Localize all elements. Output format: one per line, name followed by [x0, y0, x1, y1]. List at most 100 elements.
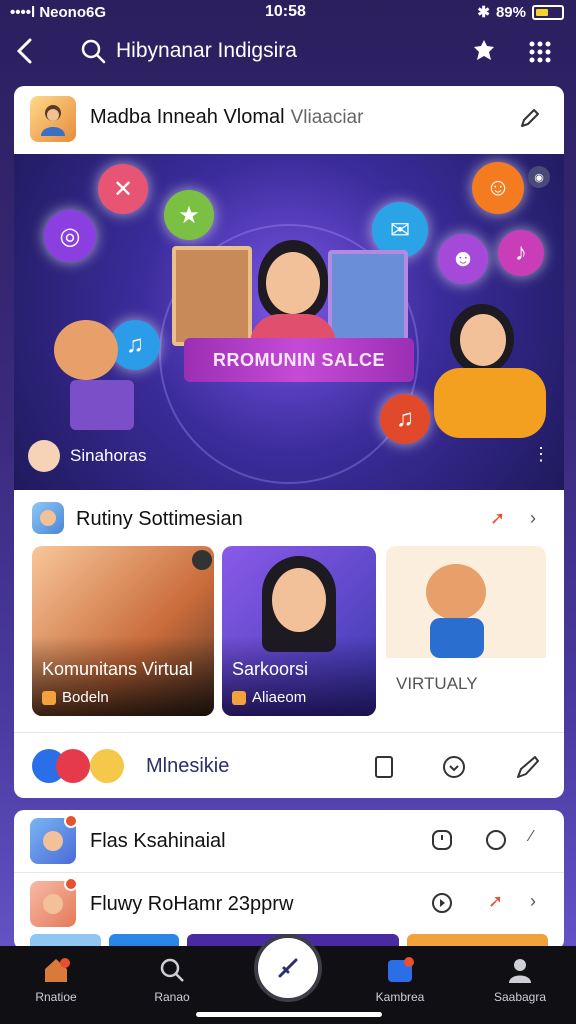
tile-title: Sarkoorsi: [232, 659, 309, 679]
send-icon: [517, 756, 539, 778]
nav-label: Ranao: [154, 990, 190, 1004]
section-header[interactable]: Rutiny Sottimesian ➚ ›: [14, 500, 564, 536]
bubble-music2-icon: ♫: [380, 394, 430, 444]
post-header: Madba Inneah Vlomal Vliaaciar: [14, 86, 564, 152]
bear-character: [54, 320, 118, 380]
status-icons: ✱ 89%: [477, 3, 564, 21]
author-avatar[interactable]: [30, 96, 76, 142]
reaction-haha-icon[interactable]: [90, 749, 124, 783]
tile-subtitle: Bodeln: [62, 689, 109, 706]
chevron-left-icon: [16, 38, 32, 64]
bookmark-icon: [375, 756, 393, 778]
bubble-mute-icon: ✕: [98, 164, 148, 214]
author-line: Madba Inneah Vlomal Vliaaciar: [90, 106, 363, 129]
reaction-love-icon[interactable]: [56, 749, 90, 783]
tile-subtitle: Aliaeom: [252, 689, 307, 706]
activity-icon: [388, 957, 414, 982]
home-indicator[interactable]: [196, 1012, 382, 1017]
hero-caption-text: Sinahoras: [70, 446, 147, 465]
favorite-button[interactable]: [470, 38, 498, 66]
hero-banner-image[interactable]: ✕ ★ ◎ ♫ ✉ ☺ ☻ ♪ ♫ ◉ RROMUNIN SALCE Sinah…: [14, 154, 564, 490]
create-icon: [278, 958, 298, 978]
tile-virtual[interactable]: VIRTUALY: [386, 546, 546, 716]
battery-percent: 89%: [495, 3, 526, 21]
send-button[interactable]: [512, 751, 544, 783]
hero-more-icon[interactable]: ⋮: [532, 444, 550, 465]
tile-badge: [192, 550, 212, 570]
bluetooth-icon: ✱: [477, 4, 490, 21]
tile-title: VIRTUALY: [396, 674, 478, 693]
nav-activity[interactable]: Kambrea: [360, 954, 440, 1004]
reactions-label[interactable]: Mlnesikie: [146, 755, 229, 778]
page-title: Hibynanar Indigsira: [116, 39, 297, 62]
bubble-target-icon: ◎: [44, 210, 96, 262]
trend-icon: ➚: [490, 508, 506, 528]
tile-sarkoorsi[interactable]: Sarkoorsi Aliaeom: [222, 546, 376, 716]
feed-row[interactable]: Fluwy RoHamr 23pprw ➚ ›: [14, 872, 564, 934]
notification-badge: [64, 877, 78, 891]
nav-home[interactable]: Rnatioe: [16, 954, 96, 1004]
tile-subtitle-line: Bodeln: [42, 689, 109, 706]
author-name[interactable]: Madba Inneah Vlomal: [90, 106, 285, 129]
more-menu-button[interactable]: [526, 38, 554, 66]
post-actions: Mlnesikie: [14, 732, 564, 798]
share-button[interactable]: [514, 102, 546, 134]
tile-title: Komunitans Virtual: [42, 659, 193, 679]
timer-icon: [432, 830, 452, 850]
bubble-smile-icon: ☺: [472, 162, 524, 214]
edit-icon[interactable]: ⁄: [530, 828, 533, 846]
comment-icon: [443, 756, 465, 778]
center-person-face: [266, 252, 320, 314]
chat-bubble-icon: [486, 830, 506, 850]
nav-search[interactable]: Ranao: [132, 954, 212, 1004]
tile-community[interactable]: Komunitans Virtual Bodeln: [32, 546, 214, 716]
caption-avatar: [28, 440, 60, 472]
timer-button[interactable]: [426, 824, 458, 856]
comment-button[interactable]: [438, 751, 470, 783]
tile-character-head: [426, 564, 486, 620]
play-button[interactable]: [426, 887, 458, 919]
section-title: Rutiny Sottimesian: [76, 508, 243, 530]
girl-character-face: [460, 314, 506, 366]
face-icon: [40, 510, 56, 526]
badge-star-icon: [474, 40, 494, 60]
right-screen-panel: [328, 250, 408, 346]
feed-title: Flas Ksahinaial: [90, 830, 226, 852]
feed-row[interactable]: Flas Ksahinaial ⁄: [14, 810, 564, 872]
author-subtitle: Vliaaciar: [290, 107, 364, 128]
back-button[interactable]: [14, 36, 36, 72]
person-icon: [41, 105, 65, 136]
search-field[interactable]: Hibynanar Indigsira: [80, 38, 297, 64]
profile-icon: [509, 959, 531, 983]
search-icon: [81, 39, 106, 64]
nav-label: Saabagra: [493, 990, 547, 1004]
home-icon: [45, 958, 70, 982]
play-circle-icon: [432, 893, 452, 913]
promo-banner: RROMUNIN SALCE: [184, 338, 414, 382]
nav-profile[interactable]: Saabagra: [480, 954, 560, 1004]
nav-label: Kambrea: [375, 990, 425, 1004]
chevron-right-icon[interactable]: ›: [530, 891, 536, 912]
grid-dots-icon: [529, 41, 551, 63]
promo-banner-text: RROMUNIN SALCE: [213, 349, 385, 370]
chevron-right-icon[interactable]: ›: [530, 508, 536, 529]
post-card: Madba Inneah Vlomal Vliaaciar ✕ ★ ◎ ♫ ✉ …: [14, 86, 564, 798]
top-bar: Hibynanar Indigsira: [0, 28, 576, 78]
clock: 10:58: [265, 3, 306, 20]
search-icon: [160, 958, 184, 982]
share-icon: [521, 109, 539, 127]
notification-badge: [64, 814, 78, 828]
person-icon: [43, 894, 63, 914]
bubble-note-icon: ♪: [498, 230, 544, 276]
battery-icon: [532, 4, 564, 20]
bookmark-button[interactable]: [368, 751, 400, 783]
tile-subtitle-line: Aliaeom: [232, 689, 306, 706]
bear-laptop: [70, 380, 134, 430]
comment-button[interactable]: [480, 824, 512, 856]
carrier-label: ••••l Neono6G: [10, 4, 107, 21]
hero-badge: ◉: [528, 166, 550, 188]
left-screen-panel: [172, 246, 252, 346]
create-button[interactable]: [254, 934, 322, 1002]
tile-character-body: [430, 618, 484, 658]
feed-card: Flas Ksahinaial ⁄ Fluwy RoHamr 23pprw ➚ …: [14, 810, 564, 950]
